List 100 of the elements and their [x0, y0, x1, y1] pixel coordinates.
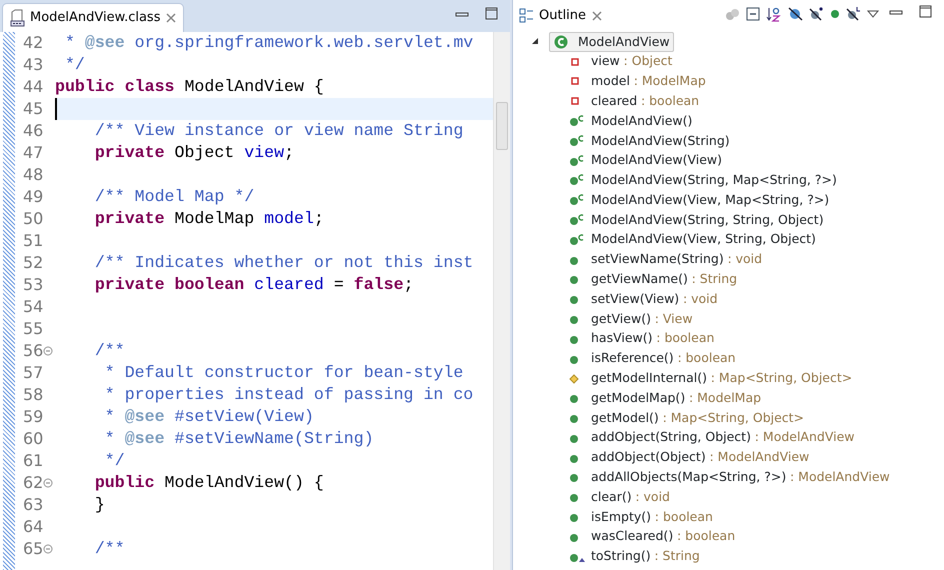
line-number: 46	[23, 120, 44, 142]
private-field-icon	[569, 95, 581, 108]
tree-item[interactable]: view : Object	[569, 52, 944, 72]
tree-item[interactable]: addObject(String, Object) : ModelAndView	[569, 428, 944, 448]
line-number: 43	[23, 54, 44, 76]
tree-item[interactable]: ModelAndView(String, String, Object)	[569, 210, 944, 230]
tree-item[interactable]: hasView() : boolean	[569, 328, 944, 349]
tree-item[interactable]: ModelAndView(String)	[569, 130, 944, 151]
tree-item[interactable]: setView(View) : void	[569, 289, 944, 310]
tree-item[interactable]: ModelAndView(View, String, Object)	[569, 230, 944, 250]
maximize-button[interactable]	[485, 7, 498, 20]
sort-icon[interactable]	[766, 6, 782, 22]
tree-item[interactable]: ModelAndView(String, Map<String, ?>)	[569, 170, 944, 190]
line-number: 50	[23, 208, 44, 230]
tree-item[interactable]: addObject(Object) : ModelAndView	[569, 448, 944, 468]
line-number: 49	[23, 186, 44, 208]
public-method-icon	[569, 293, 581, 306]
text-cursor	[55, 98, 57, 120]
line-number: 48	[23, 164, 44, 186]
code-line: public class ModelAndView {	[55, 76, 324, 98]
line-number: 51	[23, 230, 44, 252]
code-line: * @see org.springframework.web.servlet.mv	[64, 32, 474, 54]
constructor-icon	[569, 174, 585, 186]
code-line: /** Indicates whether or not this inst	[94, 252, 474, 274]
tree-item[interactable]: getView() : View	[569, 309, 944, 329]
line-number: 60	[23, 428, 44, 450]
tree-item[interactable]: cleared : boolean	[569, 91, 944, 112]
expanded-twisty-icon[interactable]	[531, 37, 539, 46]
hide-local-types-icon[interactable]	[846, 6, 861, 22]
public-members-icon[interactable]	[830, 9, 840, 19]
constructor-icon	[569, 115, 585, 128]
private-field-icon	[569, 56, 581, 68]
fold-icon[interactable]	[43, 346, 54, 356]
code-line: public ModelAndView() {	[94, 472, 324, 494]
line-number: 55	[23, 318, 44, 340]
line-number: 47	[23, 142, 44, 164]
scrollbar[interactable]	[493, 32, 510, 570]
private-field-icon	[569, 75, 581, 88]
line-number: 65	[23, 538, 44, 560]
hide-fields-icon[interactable]	[788, 6, 803, 22]
line-number: 44	[23, 76, 44, 98]
code-line: */	[64, 54, 85, 76]
constructor-icon	[569, 134, 585, 147]
editor-tab[interactable]: ModelAndView.class	[2, 3, 184, 32]
protected-method-icon	[569, 372, 581, 384]
public-method-icon	[569, 471, 581, 484]
line-number: 61	[23, 450, 44, 472]
tree-item[interactable]: setViewName(String) : void	[569, 250, 944, 270]
view-menu-icon[interactable]	[867, 9, 879, 19]
code-line: private boolean cleared = false;	[94, 274, 414, 296]
line-number: 59	[23, 406, 44, 428]
tree-item[interactable]: toString() : String	[569, 546, 944, 567]
outline-icon	[519, 8, 534, 23]
constructor-icon	[569, 194, 585, 206]
constructor-icon	[569, 234, 585, 246]
close-icon[interactable]	[165, 12, 178, 24]
tree-item[interactable]: ModelAndView	[549, 32, 674, 52]
tree-item[interactable]: getViewName() : String	[569, 270, 944, 290]
code-line: private Object view;	[94, 142, 294, 164]
line-number: 53	[23, 274, 44, 296]
public-method-icon	[569, 273, 581, 286]
code-line: * @see #setView(View)	[104, 406, 314, 428]
code-line: }	[94, 494, 105, 516]
code-line: */	[104, 450, 125, 472]
code-line: /**	[94, 340, 125, 362]
tree-item[interactable]: isReference() : boolean	[569, 348, 944, 369]
tree-item[interactable]: wasCleared() : boolean	[569, 526, 944, 547]
line-number: 62	[23, 472, 44, 494]
tree-item[interactable]: ModelAndView(View, Map<String, ?>)	[569, 190, 944, 210]
tree-item[interactable]: ModelAndView(View)	[569, 150, 944, 171]
fold-icon[interactable]	[43, 544, 54, 554]
maximize-button[interactable]	[919, 5, 932, 18]
line-number: 64	[23, 516, 44, 538]
tree-item[interactable]: addAllObjects(Map<String, ?>) : ModelAndView	[569, 468, 944, 488]
tree-item[interactable]: getModelInternal() : Map<String, Object>	[569, 368, 944, 388]
tree-item[interactable]: model : ModelMap	[569, 72, 944, 92]
line-number: 42	[23, 32, 44, 54]
code-line: /** View instance or view name String	[94, 120, 464, 142]
constructor-icon	[569, 214, 585, 226]
public-method-icon	[569, 412, 581, 424]
tree-item[interactable]: getModel() : Map<String, Object>	[569, 408, 944, 428]
tree-item[interactable]: getModelMap() : ModelMap	[569, 388, 944, 408]
tree-item[interactable]: clear() : void	[569, 487, 944, 508]
minimize-button[interactable]	[455, 10, 469, 18]
line-number: 56	[23, 340, 44, 362]
code-line: /**	[94, 538, 125, 560]
tree-item[interactable]: ModelAndView()	[569, 111, 944, 131]
line-number: 58	[23, 384, 44, 406]
public-method-icon	[569, 511, 581, 524]
close-icon[interactable]	[591, 10, 604, 22]
line-number: 52	[23, 252, 44, 274]
code-line: /** Model Map */	[94, 186, 254, 208]
code-line: * Default constructor for bean-style	[104, 362, 464, 384]
collapse-all-icon[interactable]	[746, 7, 760, 21]
fold-icon[interactable]	[43, 478, 54, 488]
line-number: 54	[23, 296, 44, 318]
hide-static-icon[interactable]	[809, 6, 824, 22]
minimize-button[interactable]	[889, 8, 903, 16]
scroll-thumb[interactable]	[496, 102, 508, 150]
tree-item[interactable]: isEmpty() : boolean	[569, 507, 944, 527]
